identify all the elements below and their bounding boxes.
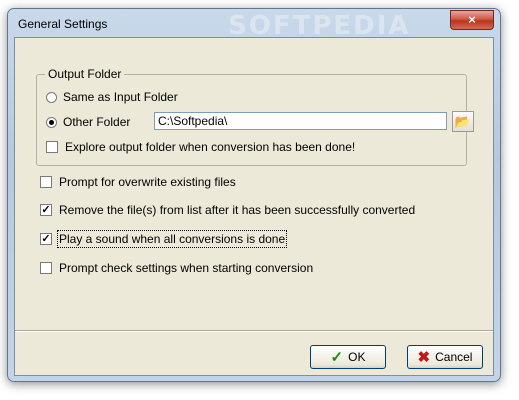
- other-folder-label: Other Folder: [63, 115, 131, 129]
- cross-icon: ✖: [417, 349, 431, 366]
- cancel-button[interactable]: ✖ Cancel: [407, 345, 483, 369]
- other-folder-radio-row[interactable]: Other Folder: [46, 115, 130, 129]
- prompt-check-settings-checkbox[interactable]: [40, 262, 52, 274]
- ok-button[interactable]: ✓ OK: [310, 345, 386, 369]
- output-folder-path-input[interactable]: [154, 112, 447, 130]
- explore-output-checkbox[interactable]: [46, 141, 58, 153]
- cancel-label: Cancel: [435, 350, 473, 364]
- output-folder-group-label: Output Folder: [45, 67, 125, 81]
- play-sound-checkbox[interactable]: ✓: [40, 233, 52, 245]
- same-as-input-radio[interactable]: [46, 91, 57, 103]
- title-bar[interactable]: General Settings SOFTPEDIA ×: [8, 9, 500, 41]
- button-separator: [15, 330, 493, 332]
- explore-output-row[interactable]: Explore output folder when conversion ha…: [46, 140, 355, 154]
- option-row[interactable]: ✓ Play a sound when all conversions is d…: [40, 230, 288, 248]
- other-folder-radio[interactable]: [46, 116, 57, 128]
- dialog-body: Output Folder Same as Input Folder Other…: [14, 37, 494, 376]
- remove-files-label: Remove the file(s) from list after it ha…: [59, 203, 416, 217]
- option-row[interactable]: Prompt check settings when starting conv…: [40, 261, 313, 275]
- prompt-overwrite-label: Prompt for overwrite existing files: [59, 175, 236, 189]
- folder-open-icon: 📂: [454, 114, 472, 129]
- output-folder-group: Output Folder Same as Input Folder Other…: [36, 67, 474, 166]
- remove-files-checkbox[interactable]: ✓: [40, 204, 52, 216]
- option-row[interactable]: ✓ Remove the file(s) from list after it …: [40, 203, 415, 217]
- ok-label: OK: [348, 350, 366, 364]
- same-as-input-label: Same as Input Folder: [63, 90, 178, 104]
- option-row[interactable]: Prompt for overwrite existing files: [40, 175, 236, 189]
- play-sound-label: Play a sound when all conversions is don…: [56, 230, 288, 248]
- explore-output-label: Explore output folder when conversion ha…: [65, 140, 356, 154]
- window-title: General Settings: [18, 17, 108, 31]
- browse-folder-button[interactable]: 📂: [452, 111, 474, 132]
- prompt-overwrite-checkbox[interactable]: [40, 176, 52, 188]
- checkmark-icon: ✓: [330, 349, 344, 366]
- close-button[interactable]: ×: [450, 10, 494, 30]
- settings-window: General Settings SOFTPEDIA × Output Fold…: [7, 8, 501, 382]
- prompt-check-settings-label: Prompt check settings when starting conv…: [59, 261, 314, 275]
- same-as-input-radio-row[interactable]: Same as Input Folder: [46, 90, 178, 104]
